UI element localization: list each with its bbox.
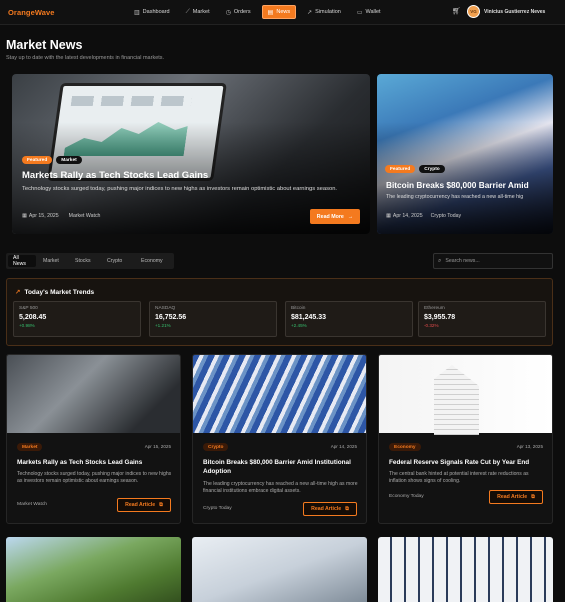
featured-badge: Featured	[385, 165, 416, 173]
featured-badge: Featured	[22, 156, 53, 164]
article-date: Apr 14, 2025	[330, 444, 357, 449]
tab-all-news[interactable]: All News	[8, 255, 36, 267]
featured-date: Apr 14, 2025	[392, 213, 423, 219]
news-filter-tabs: All News Market Stocks Crypto Economy	[6, 253, 174, 269]
category-badge: Crypto	[419, 165, 445, 173]
top-navbar: OrangeWave ▥ Dashboard ⟋ Market ◷ Orders ▤ N…	[0, 0, 565, 25]
tab-market[interactable]: Market	[38, 255, 68, 267]
cart-icon[interactable]: 🛒︎	[452, 7, 461, 15]
external-link-icon: ⧉	[159, 501, 163, 508]
arrow-right-icon: →	[347, 213, 354, 220]
article-card[interactable]: Market Apr 15, 2025 Markets Rally as Tec…	[6, 354, 181, 524]
article-image	[193, 355, 366, 433]
line-chart-icon: ⟋	[185, 8, 190, 15]
newspaper-icon: ▤	[267, 9, 274, 16]
category-badge: Market	[17, 443, 43, 451]
trend-card-sp500[interactable]: S&P 500 5,208.45 +0.98%	[13, 301, 141, 337]
article-date: Apr 15, 2025	[144, 444, 171, 449]
featured-tags: Featured Market	[22, 156, 82, 164]
category-badge: Crypto	[203, 443, 229, 451]
trends-title: ↗ Today's Market Trends	[15, 288, 95, 297]
article-title[interactable]: Markets Rally as Tech Stocks Lead Gains	[17, 459, 172, 468]
calendar-icon: ▦	[22, 213, 27, 219]
market-trends-panel: ↗ Today's Market Trends S&P 500 5,208.45 …	[6, 278, 553, 346]
nav-menu: ▥ Dashboard ⟋ Market ◷ Orders ▤ News ↗ Simula…	[129, 5, 386, 19]
featured-title[interactable]: Bitcoin Breaks $80,000 Barrier Amid	[386, 180, 529, 190]
article-description: The leading cryptocurrency has reached a…	[203, 481, 358, 495]
category-badge: Economy	[389, 443, 421, 451]
tab-stocks[interactable]: Stocks	[70, 255, 100, 267]
clock-icon: ◷	[225, 9, 231, 16]
trend-icon: ↗	[307, 9, 313, 16]
trending-up-icon: ↗	[15, 289, 21, 296]
trend-card-bitcoin[interactable]: Bitcoin $81,245.33 +2.45%	[285, 301, 413, 337]
article-image	[7, 355, 180, 433]
trend-card-nasdaq[interactable]: NASDAQ 16,752.56 +1.21%	[149, 301, 277, 337]
article-source: Economy Today	[389, 494, 424, 499]
article-card[interactable]: Economy Apr 13, 2025 Federal Reserve Sig…	[378, 354, 553, 524]
search-box[interactable]: ⌕	[433, 253, 553, 269]
read-article-button[interactable]: Read Article ⧉	[489, 490, 543, 504]
article-card-image[interactable]	[192, 537, 367, 602]
featured-title[interactable]: Markets Rally as Tech Stocks Lead Gains	[22, 170, 208, 181]
article-description: Technology stocks surged today, pushing …	[17, 471, 172, 485]
featured-meta: ▦ Apr 15, 2025 Market Watch	[22, 213, 100, 219]
article-source: Crypto Today	[203, 506, 232, 511]
featured-date: Apr 15, 2025	[28, 213, 59, 219]
article-source: Market Watch	[17, 502, 47, 507]
article-description: The central bank hinted at potential int…	[389, 471, 529, 485]
wallet-icon: ▭	[356, 9, 363, 16]
nav-item-dashboard[interactable]: ▥ Dashboard	[129, 5, 175, 19]
featured-source: Market Watch	[68, 213, 101, 219]
featured-meta: ▦ Apr 14, 2025 Crypto Today	[386, 213, 461, 219]
trend-card-ethereum[interactable]: Ethereum $3,955.78 -0.32%	[418, 301, 546, 337]
read-article-button[interactable]: Read Article ⧉	[117, 498, 171, 512]
page-title: Market News	[6, 38, 83, 52]
featured-tags: Featured Crypto	[385, 165, 445, 173]
article-title[interactable]: Bitcoin Breaks $80,000 Barrier Amid Inst…	[203, 459, 358, 476]
article-title[interactable]: Federal Reserve Signals Rate Cut by Year…	[389, 459, 544, 468]
article-date: Apr 13, 2025	[516, 444, 543, 449]
read-more-button[interactable]: Read More →	[310, 209, 360, 224]
featured-article-secondary[interactable]: Featured Crypto Bitcoin Breaks $80,000 Ba…	[377, 74, 553, 234]
read-article-button[interactable]: Read Article ⧉	[303, 502, 357, 516]
user-name[interactable]: Vinicius Gustierrez Neves	[484, 9, 545, 15]
tab-crypto[interactable]: Crypto	[102, 255, 134, 267]
article-card-image[interactable]	[6, 537, 181, 602]
external-link-icon: ⧉	[531, 493, 535, 500]
tab-economy[interactable]: Economy	[136, 255, 170, 267]
nav-item-market[interactable]: ⟋ Market	[181, 5, 215, 19]
external-link-icon: ⧉	[345, 505, 349, 512]
calendar-icon: ▦	[386, 213, 391, 219]
chart-bars-icon: ▥	[134, 9, 140, 16]
featured-source: Crypto Today	[430, 213, 462, 219]
featured-article-main[interactable]: Featured Market Markets Rally as Tech Sto…	[12, 74, 370, 234]
nav-item-news[interactable]: ▤ News	[261, 5, 297, 19]
search-input[interactable]	[445, 258, 546, 264]
nav-item-simulation[interactable]: ↗ Simulation	[302, 5, 346, 19]
featured-description: The leading cryptocurrency has reached a…	[386, 194, 524, 200]
search-icon: ⌕	[438, 257, 442, 264]
category-badge: Market	[56, 156, 82, 164]
article-card-image[interactable]	[378, 537, 553, 602]
nav-item-orders[interactable]: ◷ Orders	[221, 5, 256, 19]
nav-item-wallet[interactable]: ▭ Wallet	[352, 5, 386, 19]
brand-logo[interactable]: OrangeWave	[8, 8, 55, 17]
page-subtitle: Stay up to date with the latest developm…	[6, 55, 165, 61]
article-image	[379, 355, 552, 433]
article-card[interactable]: Crypto Apr 14, 2025 Bitcoin Breaks $80,0…	[192, 354, 367, 524]
featured-description: Technology stocks surged today, pushing …	[22, 186, 338, 192]
user-avatar[interactable]: VG	[467, 5, 480, 18]
